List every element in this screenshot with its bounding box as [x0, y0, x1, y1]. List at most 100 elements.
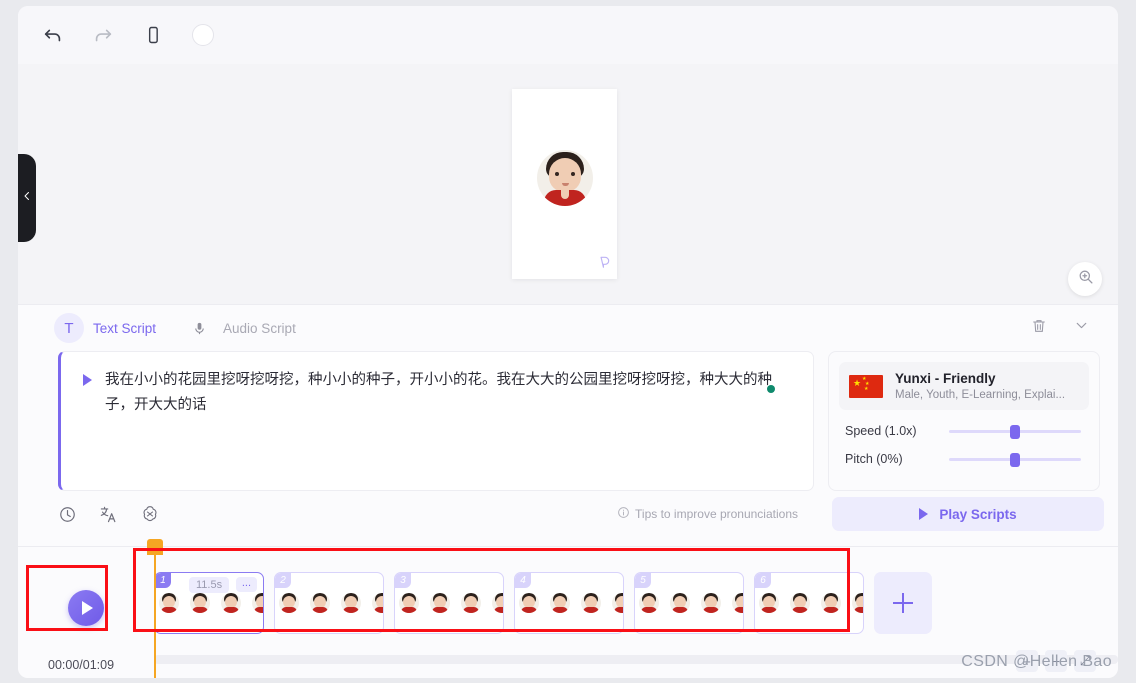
clip-thumbnail — [790, 593, 810, 613]
timeline-ruler[interactable] — [154, 655, 1118, 664]
table-row[interactable]: 4 — [514, 572, 624, 634]
ai-assistant-icon[interactable] — [140, 504, 160, 524]
timeline-zoom-controls: + − ⤢ — [1016, 650, 1096, 672]
add-clip-button[interactable] — [874, 572, 932, 634]
phone-icon — [143, 25, 163, 45]
redo-icon — [92, 24, 114, 46]
chevron-left-icon — [21, 189, 33, 207]
voice-name: Yunxi - Friendly — [895, 371, 996, 386]
brand-logo-icon — [597, 255, 611, 269]
app-root: T Text Script Audio Script 我在小小的花园里挖呀挖呀挖… — [0, 0, 1136, 683]
clip-more-button[interactable]: ... — [235, 577, 257, 592]
clip-thumbnail — [372, 593, 383, 613]
table-row[interactable]: 1 11.5s ... — [154, 572, 264, 634]
clip-number: 5 — [635, 573, 651, 588]
top-toolbar — [18, 6, 1118, 64]
clip-thumbnail — [612, 593, 623, 613]
clip-thumbnail — [159, 593, 179, 613]
voice-selector[interactable]: ★ ★ ★ ★ Yunxi - Friendly Male, Youth, E-Lea… — [839, 362, 1089, 410]
clip-thumbnail — [701, 593, 721, 613]
collapse-panel-button[interactable] — [1066, 313, 1096, 343]
clip-number: 6 — [755, 573, 771, 588]
play-icon — [81, 601, 93, 615]
clip-thumbnail — [519, 593, 539, 613]
speed-slider[interactable] — [949, 424, 1081, 439]
shape-toggle-button[interactable] — [186, 18, 220, 52]
script-panel-body: 我在小小的花园里挖呀挖呀挖，种小小的种子，开小小的花。我在大大的公园里挖呀挖呀挖… — [58, 351, 1118, 491]
speed-slider-thumb[interactable] — [1010, 424, 1020, 439]
clip-duration: 11.5s — [189, 577, 230, 593]
undo-button[interactable] — [36, 18, 70, 52]
script-editor-card[interactable]: 我在小小的花园里挖呀挖呀挖，种小小的种子，开小小的花。我在大大的公园里挖呀挖呀挖… — [58, 351, 814, 491]
playhead[interactable] — [147, 539, 163, 678]
left-drawer-handle[interactable] — [18, 154, 36, 242]
clip-thumbnail — [461, 593, 481, 613]
redo-button[interactable] — [86, 18, 120, 52]
clip-thumbnail — [732, 593, 743, 613]
play-icon — [919, 508, 929, 520]
pitch-slider-thumb[interactable] — [1010, 452, 1020, 467]
pitch-label: Pitch (0%) — [845, 452, 903, 466]
delete-script-button[interactable] — [1024, 313, 1054, 343]
speed-slider-row: Speed (1.0x) — [845, 424, 1089, 439]
zoom-in-button[interactable] — [1068, 262, 1102, 296]
clip-number: 4 — [515, 573, 531, 588]
playhead-handle[interactable] — [147, 539, 163, 555]
history-icon[interactable] — [58, 505, 77, 524]
clip-list: 1 11.5s ... 2 3 4 5 6 — [154, 572, 932, 634]
play-scripts-button[interactable]: Play Scripts — [832, 497, 1104, 531]
avatar — [536, 150, 593, 207]
clip-thumbnail — [550, 593, 570, 613]
timeline-zoom-in-button[interactable]: + — [1016, 650, 1038, 672]
clip-thumbnail — [759, 593, 779, 613]
undo-icon — [42, 24, 64, 46]
clip-thumbnail — [821, 593, 841, 613]
china-flag-icon: ★ ★ ★ ★ — [849, 374, 883, 398]
main-play-control[interactable] — [48, 573, 123, 643]
play-button[interactable] — [67, 590, 104, 626]
tab-text-script[interactable]: T Text Script — [54, 313, 156, 343]
table-row[interactable]: 6 — [754, 572, 864, 634]
table-row[interactable]: 2 — [274, 572, 384, 634]
clip-thumbnail — [430, 593, 450, 613]
speed-label: Speed (1.0x) — [845, 424, 917, 438]
clip-thumbnail — [670, 593, 690, 613]
clip-thumbnail — [190, 593, 210, 613]
timeline: 00:00/01:09 1 11.5s ... 2 3 4 5 6 + − ⤢ — [18, 539, 1118, 678]
video-preview[interactable] — [512, 89, 617, 279]
footer-icon-group — [58, 504, 160, 524]
timeline-zoom-out-button[interactable]: − — [1045, 650, 1067, 672]
tab-text-script-label: Text Script — [93, 320, 157, 336]
script-panel-header: T Text Script Audio Script — [18, 305, 1118, 351]
text-script-icon: T — [54, 313, 84, 343]
clip-thumbnail — [852, 593, 863, 613]
script-text[interactable]: 我在小小的花园里挖呀挖呀挖，种小小的种子，开小小的花。我在大大的公园里挖呀挖呀挖… — [105, 368, 783, 418]
pronunciation-tips[interactable]: Tips to improve pronunciations — [617, 506, 818, 522]
play-scripts-label: Play Scripts — [939, 506, 1017, 522]
table-row[interactable]: 3 — [394, 572, 504, 634]
play-script-line-button[interactable] — [83, 374, 92, 386]
clip-thumbnail — [341, 593, 361, 613]
timecode: 00:00/01:09 — [48, 658, 115, 672]
device-size-button[interactable] — [136, 18, 170, 52]
clip-thumbnail — [310, 593, 330, 613]
circle-toggle-icon — [192, 24, 214, 46]
trash-icon — [1031, 318, 1047, 339]
clip-thumbnail — [221, 593, 241, 613]
canvas-stage[interactable] — [18, 64, 1118, 304]
script-panel-footer: Tips to improve pronunciations Play Scri… — [58, 497, 1118, 531]
pitch-slider[interactable] — [949, 452, 1081, 467]
clip-thumbnail — [492, 593, 503, 613]
clip-number: 3 — [395, 573, 411, 588]
script-panel: T Text Script Audio Script 我在小小的花园里挖呀挖呀挖… — [18, 304, 1118, 546]
status-badge — [767, 385, 775, 393]
info-icon — [617, 506, 630, 522]
pronunciation-tips-label: Tips to improve pronunciations — [635, 507, 798, 521]
clip-number: 2 — [275, 573, 291, 588]
table-row[interactable]: 5 — [634, 572, 744, 634]
tab-audio-script[interactable]: Audio Script — [184, 313, 296, 343]
clip-number: 1 — [155, 573, 171, 588]
mic-icon — [184, 313, 214, 343]
timeline-fit-button[interactable]: ⤢ — [1074, 650, 1096, 672]
translate-icon[interactable] — [99, 505, 118, 524]
